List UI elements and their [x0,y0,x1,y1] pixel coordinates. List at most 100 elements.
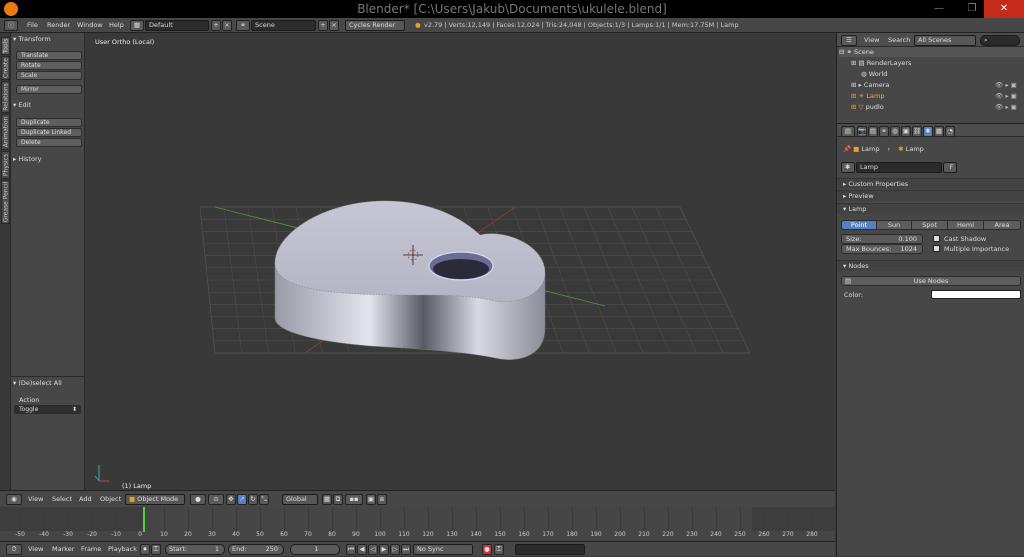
menu-view[interactable]: View [864,33,879,47]
manipulator-toggle[interactable]: ✥ [226,494,236,505]
layers-tab-icon[interactable]: ▤ [868,126,878,137]
lamp-data-tab-icon[interactable]: ✱ [923,126,933,137]
prev-keyframe-button[interactable]: ◀ [357,544,367,555]
tab-relations[interactable]: Relations [1,81,10,113]
edit-panel-toggle[interactable]: ▾ Edit [13,101,31,109]
transform-panel-toggle[interactable]: ▾ Transform [13,35,51,43]
scene-tab-icon[interactable]: ⚭ [879,126,889,137]
tab-animation[interactable]: Animation [1,114,10,150]
use-nodes-button[interactable]: ▤ Use Nodes [841,276,1021,286]
play-button[interactable]: ▶ [379,544,389,555]
menu-add[interactable]: Add [79,491,92,508]
texture-tab-icon[interactable]: ▦ [934,126,944,137]
minimize-button[interactable]: — [924,0,954,18]
next-keyframe-button[interactable]: ▷ [390,544,400,555]
delete-button[interactable]: Delete [16,138,82,147]
translate-button[interactable]: Translate [16,51,82,60]
outliner-editor-icon[interactable]: ☰ [841,35,857,46]
lamp-type-sun[interactable]: Sun [876,220,912,230]
tab-physics[interactable]: Physics [1,151,10,179]
remove-layout-button[interactable]: × [222,20,232,31]
mode-select[interactable]: ■ Object Mode [125,494,185,505]
scene-canvas[interactable] [85,33,835,490]
lamp-type-spot[interactable]: Spot [911,220,948,230]
operator-panel-toggle[interactable]: ▾ (De)select All [13,379,62,387]
camera-view-button[interactable]: ⧈ [377,494,387,505]
menu-render[interactable]: Render [47,18,70,33]
physics-tab-icon[interactable]: ◔ [945,126,955,137]
screen-layout-field[interactable]: Default [145,20,209,31]
max-bounces-field[interactable]: Max Bounces: 1024 [841,244,923,254]
current-frame-field[interactable]: 1 [290,544,340,555]
render-tab-icon[interactable]: 📷 [857,126,867,137]
action-select[interactable]: Toggle ⬍ [14,405,81,414]
lamp-type-hemi[interactable]: Hemi [947,220,984,230]
color-swatch[interactable] [931,290,1021,299]
menu-playback[interactable]: Playback [108,542,137,557]
menu-frame[interactable]: Frame [81,542,101,557]
menu-view[interactable]: View [28,542,43,557]
constraints-tab-icon[interactable]: ⛓ [912,126,922,137]
scale-manipulator[interactable]: ⤡ [259,494,269,505]
layers-button[interactable]: ▦ [322,494,332,505]
current-frame-indicator[interactable] [143,507,145,532]
shading-button[interactable]: ● [190,494,206,505]
record-button[interactable]: ● [482,544,492,555]
menu-help[interactable]: Help [109,18,124,33]
play-reverse-button[interactable]: ◁ [368,544,378,555]
remove-scene-button[interactable]: × [329,20,339,31]
menu-object[interactable]: Object [100,491,121,508]
maximize-button[interactable]: ❐ [957,0,987,18]
ukulele-body-mesh[interactable] [274,200,546,360]
tab-tools[interactable]: Tools [1,37,10,55]
menu-view[interactable]: View [28,491,43,508]
timeline-editor[interactable]: -50 -40 -30 -20 -10 0 10 20 30 40 50 60 70 80 90 100 110… [0,507,835,541]
menu-search[interactable]: Search [888,33,910,47]
editor-type-icon[interactable]: ⏱ [6,544,22,555]
duplicate-button[interactable]: Duplicate [16,118,82,127]
scene-field[interactable]: Scene [251,20,316,31]
pin-icon[interactable]: 📌 [843,145,853,153]
layout-icon[interactable]: ▦ [130,20,144,31]
editor-type-icon[interactable]: ⓘ [4,20,18,31]
duplicate-linked-button[interactable]: Duplicate Linked [16,128,82,137]
pivot-button[interactable]: ⊙ [208,494,224,505]
outliner-item-world[interactable]: ◍ World [861,69,1024,79]
display-mode-select[interactable]: All Scenes [914,35,976,46]
menu-select[interactable]: Select [52,491,72,508]
render-preview-button[interactable]: ▣ [366,494,376,505]
search-input[interactable]: ⌕ [980,35,1020,46]
rotate-manipulator[interactable]: ↻ [248,494,258,505]
editor-type-icon[interactable]: ◉ [6,494,22,505]
jump-end-button[interactable]: ⏭ [401,544,411,555]
layer-grid[interactable]: ▪▪ [345,494,363,505]
outliner-item-scene[interactable]: ⊟ ⚭ Scene [839,47,1024,57]
multiple-importance-checkbox[interactable] [933,245,940,252]
properties-editor-icon[interactable]: ▤ [841,126,855,137]
world-tab-icon[interactable]: ◍ [890,126,900,137]
preview-panel[interactable]: ▸ Preview [837,190,1024,201]
lamp-type-area[interactable]: Area [983,220,1021,230]
cast-shadow-checkbox[interactable] [933,235,940,242]
add-layout-button[interactable]: + [211,20,221,31]
snap-button[interactable]: ⧉ [333,494,343,505]
sync-select[interactable]: No Sync [413,544,473,555]
history-panel-toggle[interactable]: ▸ History [13,155,41,163]
custom-properties-panel[interactable]: ▸ Custom Properties [837,178,1024,189]
jump-start-button[interactable]: ⏮ [346,544,356,555]
scene-icon[interactable]: ⚭ [236,20,250,31]
preview-range-button[interactable]: ⏺ [140,544,150,555]
object-tab-icon[interactable]: ▣ [901,126,911,137]
lock-button[interactable]: ⚿ [151,544,161,555]
tab-create[interactable]: Create [1,56,10,80]
lamp-browse-icon[interactable]: ✱ [841,162,855,173]
start-frame-field[interactable]: Start: 1 [165,544,225,555]
outliner-item-renderlayers[interactable]: ⊞ ▤ RenderLayers [851,58,1024,68]
mirror-button[interactable]: Mirror [16,85,82,94]
3d-viewport[interactable]: User Ortho (Local) (1) Lamp [85,33,835,490]
menu-file[interactable]: File [27,18,38,33]
render-engine-select[interactable]: Cycles Render [345,20,405,31]
visibility-toggles[interactable]: 👁 ▸ ▣ 👁 ▸ ▣ 👁 ▸ ▣ [995,80,1023,113]
add-scene-button[interactable]: + [318,20,328,31]
tab-grease-pencil[interactable]: Grease Pencil [1,180,10,224]
